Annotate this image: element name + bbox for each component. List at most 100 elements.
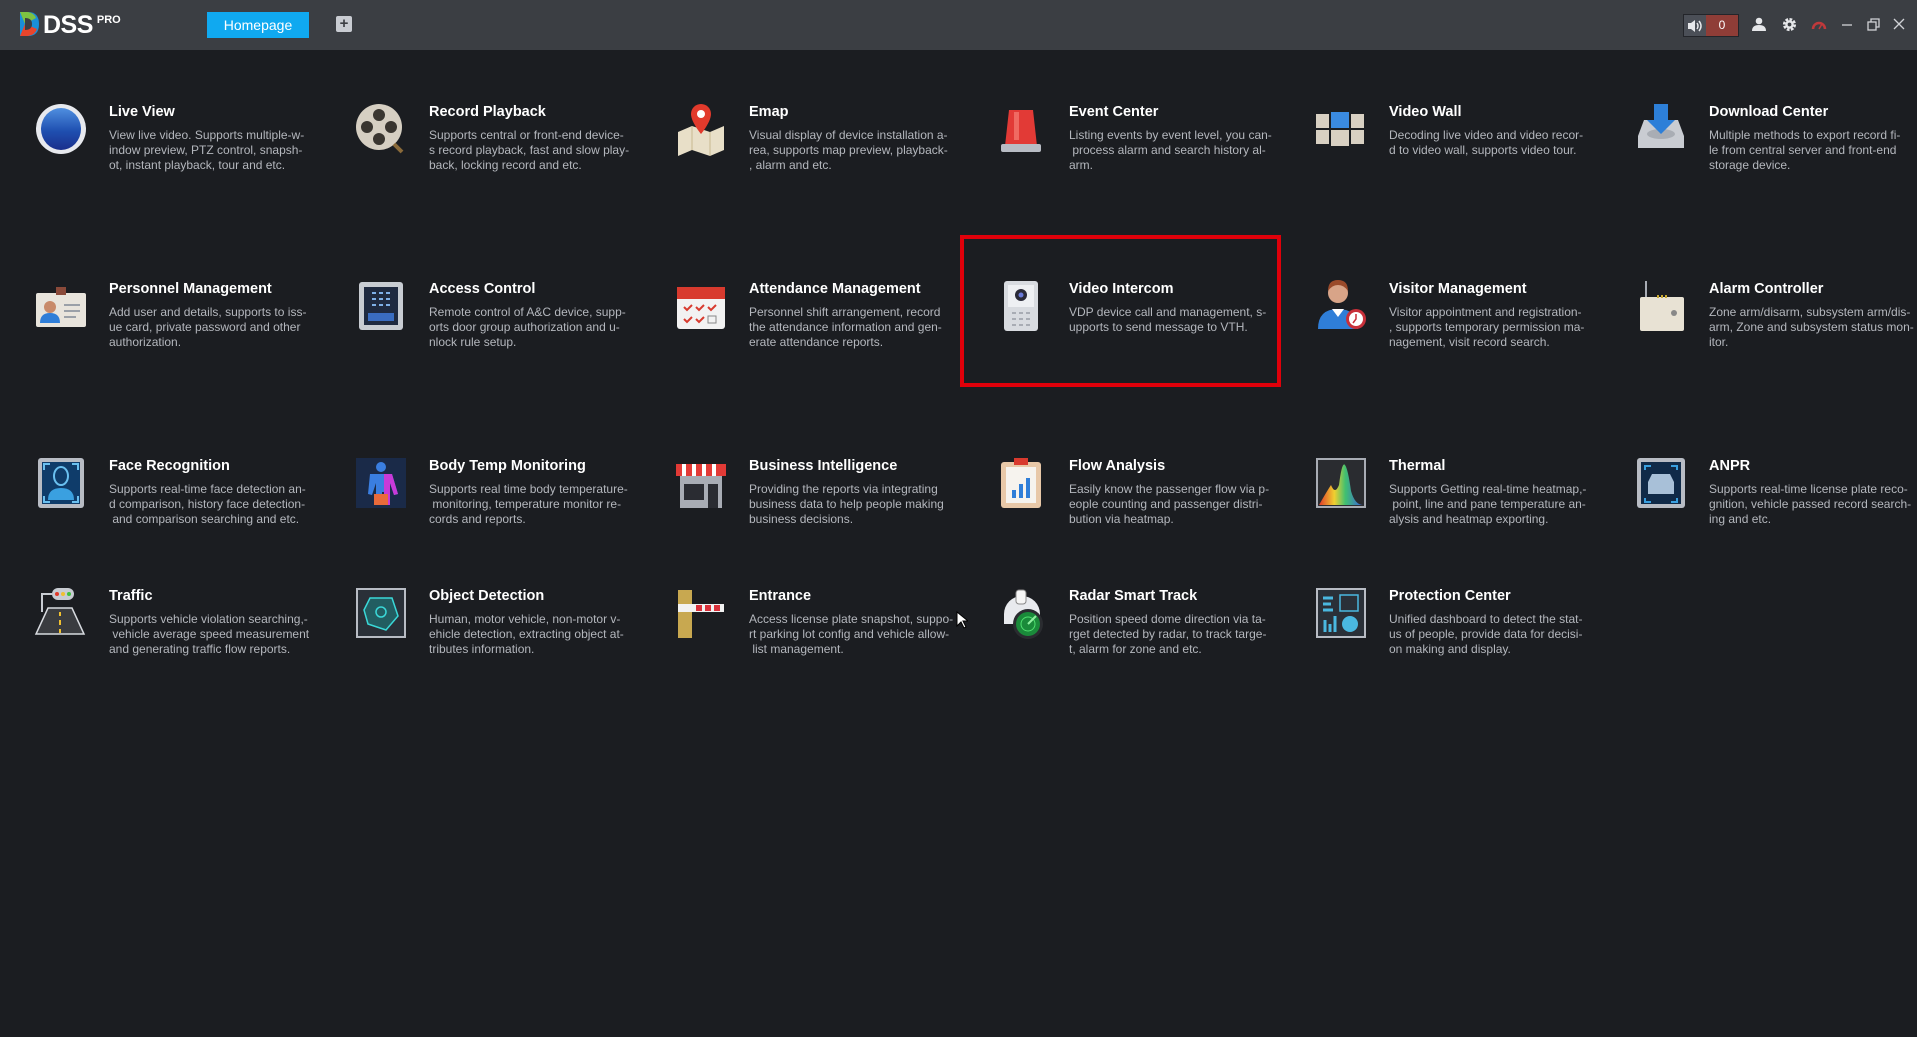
description-line: Add user and details, supports to iss- <box>109 305 307 319</box>
module-emap[interactable]: Emap Visual display of device installatio… <box>660 102 980 232</box>
description-line: , supports temporary permission ma- <box>1389 320 1585 334</box>
settings-icon[interactable] <box>1780 15 1798 33</box>
traffic-icon[interactable] <box>34 586 88 640</box>
module-title[interactable]: Business Intelligence <box>749 458 897 474</box>
module-title[interactable]: Entrance <box>749 588 811 604</box>
module-title[interactable]: Video Wall <box>1389 104 1462 120</box>
module-title[interactable]: Personnel Management <box>109 281 272 297</box>
module-flow-analysis[interactable]: Flow Analysis Easily know the passenger f… <box>980 456 1300 586</box>
barrier-gate-icon[interactable] <box>674 586 728 640</box>
module-body-temp-monitoring[interactable]: Body Temp Monitoring Supports real time b… <box>340 456 660 586</box>
alarm-sound-toggle[interactable]: 0 <box>1683 14 1739 37</box>
description-line: indow preview, PTZ control, snapsh- <box>109 143 303 157</box>
module-anpr[interactable]: ANPR Supports real-time license plate rec… <box>1620 456 1917 586</box>
description-line: process alarm and search history al- <box>1069 143 1266 157</box>
module-personnel-management[interactable]: Personnel Management Add user and details… <box>20 279 340 409</box>
description-line: us of people, provide data for decisi- <box>1389 627 1583 641</box>
module-title[interactable]: Traffic <box>109 588 153 604</box>
module-title[interactable]: ANPR <box>1709 458 1750 474</box>
add-tab-button[interactable]: + <box>336 16 352 32</box>
description-line: Providing the reports via integrating <box>749 482 938 496</box>
module-radar-smart-track[interactable]: Radar Smart Track Position speed dome dir… <box>980 586 1300 716</box>
minimize-icon[interactable] <box>1838 15 1856 33</box>
radar-icon[interactable] <box>994 586 1048 640</box>
close-icon[interactable] <box>1890 15 1908 33</box>
keypad-icon[interactable] <box>354 279 408 333</box>
module-description: Easily know the passenger flow via p-eop… <box>1069 482 1269 527</box>
module-title[interactable]: Event Center <box>1069 104 1158 120</box>
description-line: arm. <box>1069 158 1093 172</box>
description-line: ehicle detection, extracting object at- <box>429 627 624 641</box>
store-icon[interactable] <box>674 456 728 510</box>
restore-icon[interactable] <box>1864 15 1882 33</box>
module-traffic[interactable]: Traffic Supports vehicle violation search… <box>20 586 340 716</box>
intercom-icon[interactable] <box>994 279 1048 333</box>
module-title[interactable]: Body Temp Monitoring <box>429 458 586 474</box>
alarm-controller-icon[interactable] <box>1634 279 1688 333</box>
module-title[interactable]: Visitor Management <box>1389 281 1527 297</box>
module-description: Supports real-time license plate reco-gn… <box>1709 482 1911 527</box>
module-video-wall[interactable]: Video Wall Decoding live video and video … <box>1300 102 1620 232</box>
sound-icon[interactable] <box>1684 15 1706 36</box>
module-protection-center[interactable]: Protection Center Unified dashboard to de… <box>1300 586 1620 716</box>
module-face-recognition[interactable]: Face Recognition Supports real-time face … <box>20 456 340 586</box>
dashboard-icon[interactable] <box>1314 586 1368 640</box>
video-wall-icon[interactable] <box>1314 102 1368 156</box>
module-title[interactable]: Access Control <box>429 281 535 297</box>
live-view-icon[interactable] <box>34 102 88 156</box>
performance-gauge-icon[interactable] <box>1810 15 1828 33</box>
module-title[interactable]: Object Detection <box>429 588 544 604</box>
calendar-icon[interactable] <box>674 279 728 333</box>
module-visitor-management[interactable]: Visitor Management Visitor appointment an… <box>1300 279 1620 409</box>
module-thermal[interactable]: Thermal Supports Getting real-time heatma… <box>1300 456 1620 586</box>
module-description: Supports real time body temperature- mon… <box>429 482 628 527</box>
module-description: Visual display of device installation a-… <box>749 128 948 173</box>
module-entrance[interactable]: Entrance Access license plate snapshot, s… <box>660 586 980 716</box>
user-icon[interactable] <box>1750 15 1768 33</box>
thermal-icon[interactable] <box>1314 456 1368 510</box>
visitor-icon[interactable] <box>1314 279 1368 333</box>
module-title[interactable]: Download Center <box>1709 104 1828 120</box>
module-title[interactable]: Video Intercom <box>1069 281 1173 297</box>
module-object-detection[interactable]: Object Detection Human, motor vehicle, no… <box>340 586 660 716</box>
module-video-intercom[interactable]: Video Intercom VDP device call and manage… <box>980 279 1300 409</box>
logo-suffix: PRO <box>96 14 121 26</box>
top-bar: DSS PRO Homepage + 0 <box>0 0 1917 50</box>
module-business-intelligence[interactable]: Business Intelligence Providing the repor… <box>660 456 980 586</box>
module-download-center[interactable]: Download Center Multiple methods to expor… <box>1620 102 1917 232</box>
description-line: rea, supports map preview, playback- <box>749 143 948 157</box>
module-title[interactable]: Emap <box>749 104 789 120</box>
module-title[interactable]: Flow Analysis <box>1069 458 1165 474</box>
id-card-icon[interactable] <box>34 279 88 333</box>
module-event-center[interactable]: Event Center Listing events by event leve… <box>980 102 1300 232</box>
module-attendance-management[interactable]: Attendance Management Personnel shift arr… <box>660 279 980 409</box>
description-line: rget detected by radar, to track targe- <box>1069 627 1267 641</box>
film-reel-icon[interactable] <box>354 102 408 156</box>
description-line: Decoding live video and video recor- <box>1389 128 1584 142</box>
module-title[interactable]: Face Recognition <box>109 458 230 474</box>
tab-homepage[interactable]: Homepage <box>207 12 309 38</box>
module-title[interactable]: Thermal <box>1389 458 1445 474</box>
module-title[interactable]: Radar Smart Track <box>1069 588 1197 604</box>
clipboard-chart-icon[interactable] <box>994 456 1048 510</box>
module-title[interactable]: Record Playback <box>429 104 546 120</box>
module-record-playback[interactable]: Record Playback Supports central or front… <box>340 102 660 232</box>
module-access-control[interactable]: Access Control Remote control of A&C devi… <box>340 279 660 409</box>
module-description: Decoding live video and video recor-d to… <box>1389 128 1583 158</box>
face-scan-icon[interactable] <box>34 456 88 510</box>
description-line: Easily know the passenger flow via p- <box>1069 482 1270 496</box>
module-alarm-controller[interactable]: Alarm Controller Zone arm/disarm, subsyst… <box>1620 279 1917 409</box>
download-icon[interactable] <box>1634 102 1688 156</box>
module-title[interactable]: Alarm Controller <box>1709 281 1823 297</box>
module-live-view[interactable]: Live View View live video. Supports multi… <box>20 102 340 232</box>
module-title[interactable]: Live View <box>109 104 175 120</box>
alarm-count-badge[interactable]: 0 <box>1706 15 1738 36</box>
description-line: Supports real-time face detection an- <box>109 482 306 496</box>
car-scan-icon[interactable] <box>1634 456 1688 510</box>
map-pin-icon[interactable] <box>674 102 728 156</box>
alarm-light-icon[interactable] <box>994 102 1048 156</box>
body-temp-icon[interactable] <box>354 456 408 510</box>
module-title[interactable]: Protection Center <box>1389 588 1511 604</box>
module-title[interactable]: Attendance Management <box>749 281 921 297</box>
object-detection-icon[interactable] <box>354 586 408 640</box>
